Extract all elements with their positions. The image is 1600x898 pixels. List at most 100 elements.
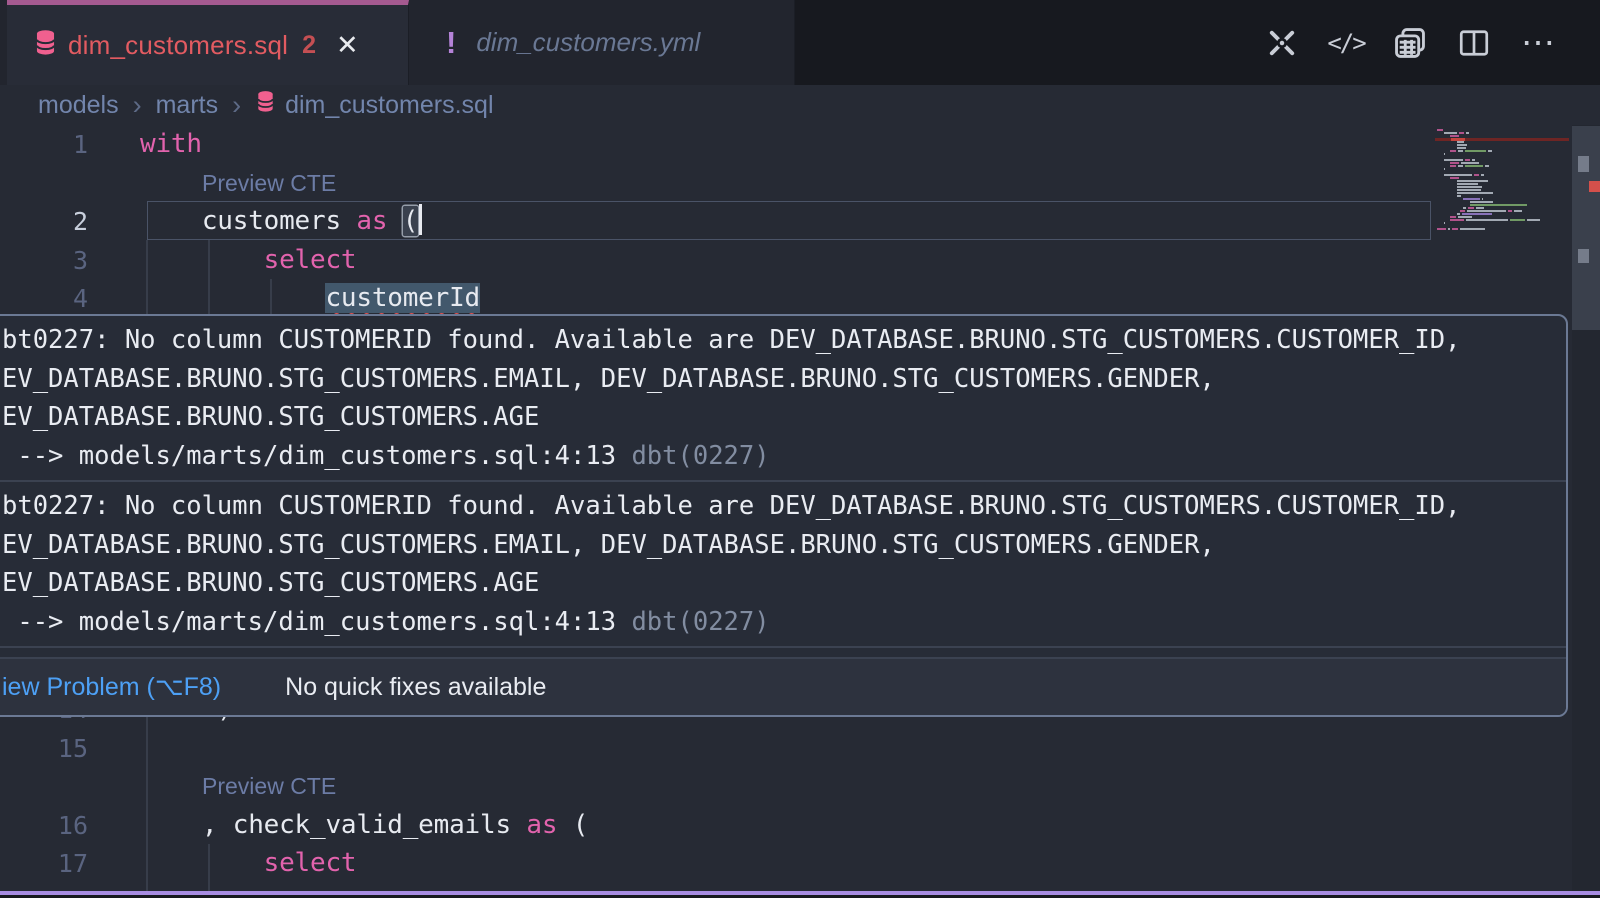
- minimap-row: [1437, 207, 1569, 209]
- code-row-3[interactable]: 3 select: [0, 241, 1431, 280]
- minimap-row: [1437, 216, 1569, 218]
- breadcrumb: models › marts › dim_customers.sql: [0, 85, 1600, 125]
- code-line: select: [140, 241, 356, 280]
- database-icon: [255, 89, 276, 121]
- minimap-row: [1437, 195, 1569, 197]
- minimap-row: [1437, 135, 1569, 137]
- tab-error-count-badge: 2: [302, 31, 316, 60]
- minimap-row: [1437, 138, 1569, 140]
- codelens-preview-cte[interactable]: Preview CTE: [202, 767, 336, 806]
- scrollbar-decoration: [1589, 181, 1600, 192]
- view-problem-link[interactable]: iew Problem (⌥F8): [2, 672, 221, 702]
- code-row-17[interactable]: 17 select: [0, 844, 1431, 883]
- minimap-row: [1437, 153, 1569, 155]
- diagnostic-line: bt0227: No column CUSTOMERID found. Avai…: [2, 487, 1558, 526]
- indent-guide: [146, 717, 148, 891]
- compiled-code-icon[interactable]: </>: [1326, 23, 1366, 63]
- breadcrumb-item-models[interactable]: models: [38, 91, 119, 120]
- minimap-row: [1437, 228, 1569, 230]
- minimap-row: [1437, 168, 1569, 170]
- minimap-row: [1437, 210, 1569, 212]
- minimap[interactable]: [1437, 129, 1569, 239]
- code-row-15[interactable]: 15: [0, 729, 1431, 768]
- codelens-preview-cte[interactable]: Preview CTE: [202, 164, 336, 203]
- split-editor-icon[interactable]: [1454, 23, 1494, 63]
- minimap-row: [1437, 129, 1569, 131]
- code-row-16[interactable]: 16 , check_valid_emails as (: [0, 806, 1431, 845]
- code-row-4[interactable]: 4 customerId: [0, 279, 1431, 318]
- text-cursor: [419, 204, 422, 235]
- diagnostic-line: EV_DATABASE.BRUNO.STG_CUSTOMERS.EMAIL, D…: [2, 526, 1558, 565]
- indent-guide: [146, 240, 148, 314]
- minimap-row: [1437, 147, 1569, 149]
- diagnostic-line: EV_DATABASE.BRUNO.STG_CUSTOMERS.AGE: [2, 398, 1558, 437]
- minimap-row: [1437, 150, 1569, 152]
- dbt-icon[interactable]: [1262, 23, 1302, 63]
- minimap-row: [1437, 201, 1569, 203]
- more-actions-icon[interactable]: ⋯: [1518, 23, 1558, 63]
- code-line: with: [140, 125, 202, 164]
- diagnostic-line: --> models/marts/dim_customers.sql:4:13 …: [2, 603, 1558, 642]
- minimap-row: [1437, 213, 1569, 215]
- breadcrumb-item-marts[interactable]: marts: [156, 91, 219, 120]
- minimap-row: [1437, 159, 1569, 161]
- breadcrumb-item-file[interactable]: dim_customers.sql: [285, 91, 493, 120]
- diagnostic-line: EV_DATABASE.BRUNO.STG_CUSTOMERS.AGE: [2, 564, 1558, 603]
- error-token: customerId: [325, 283, 480, 313]
- indent-guide: [208, 240, 210, 314]
- line-number: 15: [0, 729, 88, 768]
- line-number: 17: [0, 844, 88, 883]
- code-line: select: [140, 844, 356, 883]
- line-number: 4: [0, 279, 88, 318]
- code-line: customers as (: [140, 202, 422, 241]
- minimap-row: [1437, 189, 1569, 191]
- code-row-2[interactable]: 2 customers as (: [0, 202, 1431, 241]
- code-row-1[interactable]: 1 with: [0, 125, 1431, 164]
- minimap-row: [1437, 165, 1569, 167]
- scrollbar-decoration: [1578, 156, 1589, 172]
- chevron-right-icon: ›: [232, 90, 241, 121]
- tab-dim-customers-yml[interactable]: ! dim_customers.yml: [410, 0, 795, 85]
- minimap-row: [1437, 144, 1569, 146]
- minimap-row: [1437, 186, 1569, 188]
- warning-icon: !: [446, 25, 456, 61]
- line-number: 16: [0, 806, 88, 845]
- scrollbar-decoration: [1578, 249, 1589, 263]
- minimap-row: [1437, 183, 1569, 185]
- hover-divider: [0, 646, 1566, 648]
- indent-guide: [270, 279, 272, 314]
- hover-status-bar: iew Problem (⌥F8) No quick fixes availab…: [0, 657, 1566, 715]
- minimap-row: [1437, 162, 1569, 164]
- line-number: 3: [0, 241, 88, 280]
- tab-dim-customers-sql[interactable]: dim_customers.sql 2 ✕: [7, 0, 409, 85]
- minimap-row: [1437, 219, 1569, 221]
- diagnostics-hover-popup: bt0227: No column CUSTOMERID found. Avai…: [0, 314, 1568, 717]
- tab-title: dim_customers.yml: [476, 27, 700, 58]
- minimap-row: [1437, 180, 1569, 182]
- indent-guide: [208, 844, 210, 891]
- code-line: , check_valid_emails as (: [140, 806, 588, 845]
- minimap-row: [1437, 204, 1569, 206]
- editor-actions: </> ⋯: [1262, 0, 1600, 85]
- query-results-icon[interactable]: [1390, 23, 1430, 63]
- chevron-right-icon: ›: [133, 90, 142, 121]
- vscode-window: dim_customers.sql 2 ✕ ! dim_customers.ym…: [0, 0, 1600, 898]
- line-number: 2: [0, 202, 88, 241]
- minimap-row: [1437, 192, 1569, 194]
- minimap-row: [1437, 156, 1569, 158]
- database-icon: [33, 28, 58, 62]
- line-number: 1: [0, 125, 88, 164]
- code-line: customerId: [140, 279, 480, 318]
- no-quick-fixes-label: No quick fixes available: [285, 673, 546, 702]
- minimap-row: [1437, 222, 1569, 224]
- minimap-row: [1437, 198, 1569, 200]
- diagnostic-message: bt0227: No column CUSTOMERID found. Avai…: [0, 316, 1566, 480]
- tab-title: dim_customers.sql: [68, 30, 288, 61]
- diagnostic-line: bt0227: No column CUSTOMERID found. Avai…: [2, 321, 1558, 360]
- minimap-row: [1437, 141, 1569, 143]
- diagnostic-line: EV_DATABASE.BRUNO.STG_CUSTOMERS.EMAIL, D…: [2, 360, 1558, 399]
- diagnostic-message: bt0227: No column CUSTOMERID found. Avai…: [0, 482, 1566, 646]
- minimap-row: [1437, 174, 1569, 176]
- minimap-row: [1437, 132, 1569, 134]
- close-icon[interactable]: ✕: [336, 30, 359, 61]
